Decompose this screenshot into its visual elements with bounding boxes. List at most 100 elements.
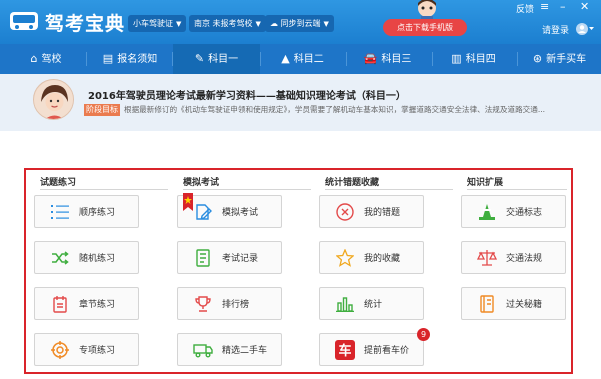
button-label: 统计 <box>364 300 383 310</box>
nav-item-subject-two[interactable]: ▲ 科目二 <box>265 44 340 74</box>
nav-item-label: 科目三 <box>381 54 412 65</box>
button-label: 过关秘籍 <box>506 300 543 310</box>
feedback-link[interactable]: 反馈 <box>516 2 534 15</box>
target-icon <box>49 339 71 361</box>
nav-divider <box>517 52 518 66</box>
chevron-down-icon: ▼ <box>255 20 261 28</box>
button-label: 随机练习 <box>79 254 116 264</box>
nav-item-subject-one[interactable]: ✎ 科目一 <box>173 44 260 74</box>
bar-chart-icon <box>334 293 356 315</box>
nav-divider <box>86 52 87 66</box>
column-title-stats: 统计错题收藏 <box>325 178 380 188</box>
leaderboard-button[interactable]: 排行榜 <box>177 287 282 320</box>
my-wrong-questions-button[interactable]: 我的错题 <box>319 195 424 228</box>
car-price-button[interactable]: 车 提前看车价 <box>319 333 424 366</box>
statistics-button[interactable]: 统计 <box>319 287 424 320</box>
button-label: 交通标志 <box>506 208 543 218</box>
column-title-practice: 试题练习 <box>40 178 77 188</box>
app-title: 驾考宝典 <box>45 13 126 35</box>
button-label: 交通法规 <box>506 254 543 264</box>
nav-item-label: 科目四 <box>465 54 496 65</box>
truck-icon <box>192 339 214 361</box>
nav-divider <box>346 52 347 66</box>
svg-text:车: 车 <box>338 343 351 359</box>
column-divider <box>467 189 567 190</box>
banner-description: 根据最新修订的《机动车驾驶证申领和使用规定》，学员需要了解机动车基本知识，掌握道… <box>124 105 546 114</box>
column-divider <box>40 189 168 190</box>
car-icon: 🚘 <box>363 52 378 65</box>
nav-item-subject-four[interactable]: ▥ 科目四 <box>436 44 511 74</box>
book-icon: ▥ <box>451 52 462 65</box>
license-type-label: 小车驾驶证 <box>133 19 173 28</box>
chapter-icon <box>49 293 71 315</box>
random-practice-button[interactable]: 随机练习 <box>34 241 139 274</box>
nav-item-label: 驾校 <box>41 54 62 65</box>
exam-records-button[interactable]: 考试记录 <box>177 241 282 274</box>
car-price-icon: 车 <box>334 339 356 361</box>
button-label: 考试记录 <box>222 254 259 264</box>
button-label: 精选二手车 <box>222 346 268 356</box>
traffic-sign-icon <box>476 201 498 223</box>
special-practice-button[interactable]: 专项练习 <box>34 333 139 366</box>
cloud-icon: ☁ <box>270 19 278 28</box>
button-label: 排行榜 <box>222 300 250 310</box>
nav-item-driving-school[interactable]: ⌂ 驾校 <box>16 44 76 74</box>
exam-pencil-icon <box>192 201 214 223</box>
nav-item-label: 科目一 <box>208 54 239 65</box>
record-icon <box>192 247 214 269</box>
avatar-placeholder-icon[interactable] <box>575 22 595 36</box>
steering-wheel-icon: ⊛ <box>532 52 543 65</box>
nav-item-registration[interactable]: ▤ 报名须知 <box>95 44 165 74</box>
pass-tips-button[interactable]: 过关秘籍 <box>461 287 566 320</box>
nav-item-label: 科目二 <box>293 54 324 65</box>
license-type-dropdown[interactable]: 小车驾驶证 ▼ <box>128 15 187 32</box>
main-nav: ⌂ 驾校 ▤ 报名须知 ✎ 科目一 ▲ 科目二 🚘 科目三 ▥ 科目四 ⊛ 新手买车 <box>0 44 601 74</box>
button-label: 章节练习 <box>79 300 116 310</box>
sync-label: 同步到云端 <box>280 19 321 28</box>
star-icon <box>334 247 356 269</box>
info-banner: 2016年驾驶员理论考试最新学习资料——基础知识理论考试（科目一） 阶段目标 根… <box>0 74 601 131</box>
book-tips-icon <box>476 293 498 315</box>
document-icon: ▤ <box>102 52 114 65</box>
instructor-avatar-icon <box>34 80 73 119</box>
used-car-button[interactable]: 精选二手车 <box>177 333 282 366</box>
nav-item-buy-car[interactable]: ⊛ 新手买车 <box>522 44 597 74</box>
close-icon[interactable]: ✕ <box>580 0 589 13</box>
hot-ribbon-icon <box>183 193 193 211</box>
trophy-icon <box>192 293 214 315</box>
list-icon <box>49 201 71 223</box>
title-bar: 驾考宝典 小车驾驶证 ▼ 南京 未报考驾校 ▼ ☁ 同步到云端 ▼ 点击下载手机版 反… <box>0 0 601 44</box>
traffic-signs-button[interactable]: 交通标志 <box>461 195 566 228</box>
sequential-practice-button[interactable]: 顺序练习 <box>34 195 139 228</box>
nav-item-label: 新手买车 <box>546 54 587 65</box>
notification-badge: 9 <box>417 328 430 341</box>
app-logo-icon <box>10 12 38 30</box>
nav-divider <box>432 52 433 66</box>
menu-icon[interactable]: ≡ <box>540 0 549 13</box>
avatar <box>33 79 74 120</box>
button-label: 模拟考试 <box>222 208 259 218</box>
school-dropdown[interactable]: 南京 未报考驾校 ▼ <box>189 15 266 32</box>
column-title-knowledge: 知识扩展 <box>467 178 504 188</box>
button-label: 专项练习 <box>79 346 116 356</box>
column-divider <box>325 189 453 190</box>
button-label: 我的错题 <box>364 208 401 218</box>
nav-divider <box>260 52 261 66</box>
my-favorites-button[interactable]: 我的收藏 <box>319 241 424 274</box>
stage-goal-tag: 阶段目标 <box>84 104 120 116</box>
chevron-down-icon: ▼ <box>176 20 182 28</box>
button-label: 顺序练习 <box>79 208 116 218</box>
traffic-laws-button[interactable]: 交通法规 <box>461 241 566 274</box>
minimize-icon[interactable]: – <box>560 0 566 13</box>
sync-cloud-dropdown[interactable]: ☁ 同步到云端 ▼ <box>265 15 334 32</box>
download-mobile-button[interactable]: 点击下载手机版 <box>383 19 467 36</box>
column-divider <box>183 189 311 190</box>
home-icon: ⌂ <box>30 52 38 65</box>
banner-title: 2016年驾驶员理论考试最新学习资料——基础知识理论考试（科目一） <box>88 91 406 102</box>
column-title-mock-exam: 模拟考试 <box>183 178 220 188</box>
login-link[interactable]: 请登录 <box>542 23 569 36</box>
chapter-practice-button[interactable]: 章节练习 <box>34 287 139 320</box>
nav-item-subject-three[interactable]: 🚘 科目三 <box>350 44 425 74</box>
school-label: 南京 未报考驾校 <box>194 19 253 28</box>
button-label: 我的收藏 <box>364 254 401 264</box>
